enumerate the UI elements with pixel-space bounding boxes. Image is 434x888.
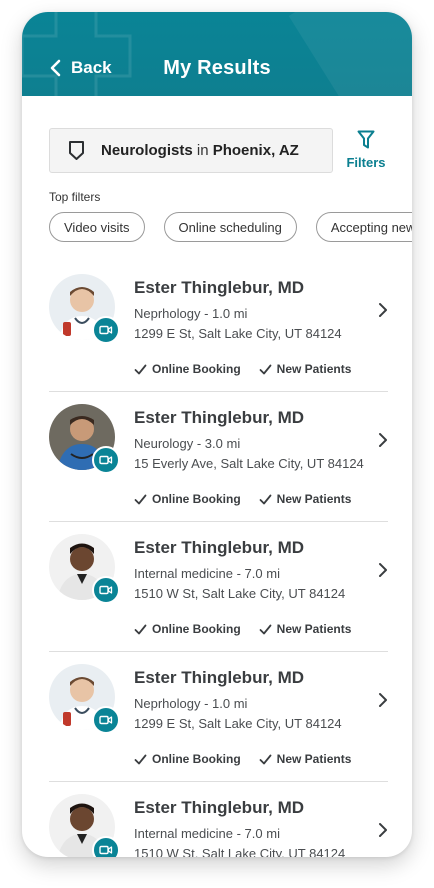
search-specialty: Neurologists	[101, 142, 193, 159]
feature-tag-label: Online Booking	[152, 622, 241, 636]
feature-tag: New Patients	[259, 492, 352, 506]
result-card[interactable]: Ester Thinglebur, MD Internal medicine - …	[49, 522, 388, 652]
result-tags: Online Booking New Patients	[134, 492, 351, 506]
filter-chip-accepting-new[interactable]: Accepting new patients	[315, 212, 412, 242]
checkmark-icon	[134, 364, 147, 374]
feature-tag-label: New Patients	[276, 362, 352, 376]
doctor-name: Ester Thinglebur, MD	[134, 798, 305, 817]
result-tags: Online Booking New Patients	[134, 752, 351, 766]
checkmark-icon	[259, 624, 272, 634]
filter-chips: Video visits Online scheduling Accepting…	[49, 212, 412, 242]
search-summary-field[interactable]: Neurologists in Phoenix, AZ	[49, 128, 333, 173]
feature-tag: New Patients	[259, 622, 352, 636]
result-card[interactable]: Ester Thinglebur, MD Neurology - 3.0 mi 15…	[49, 392, 388, 522]
checkmark-icon	[259, 364, 272, 374]
feature-tag-label: New Patients	[276, 492, 352, 506]
result-card[interactable]: Ester Thinglebur, MD Neprhology - 1.0 mi 1…	[49, 262, 388, 392]
filters-button[interactable]: Filters	[345, 130, 387, 174]
doctor-name: Ester Thinglebur, MD	[134, 408, 305, 427]
doctor-address: 1299 E St, Salt Lake City, UT 84124	[134, 326, 342, 341]
chevron-right-icon	[379, 563, 387, 577]
checkmark-icon	[259, 754, 272, 764]
checkmark-icon	[134, 754, 147, 764]
filter-funnel-icon	[357, 130, 375, 149]
video-camera-icon	[92, 706, 120, 734]
search-connector: in	[196, 142, 209, 159]
filter-chip-online-scheduling[interactable]: Online scheduling	[163, 212, 297, 242]
feature-tag: New Patients	[259, 752, 352, 766]
phone-screen: Back My Results Neurologists in Phoenix,…	[22, 12, 412, 857]
result-card[interactable]: Ester Thinglebur, MD Internal medicine - …	[49, 782, 388, 857]
feature-tag-label: New Patients	[276, 752, 352, 766]
chevron-right-icon	[379, 433, 387, 447]
result-tags: Online Booking New Patients	[134, 362, 351, 376]
checkmark-icon	[134, 624, 147, 634]
feature-tag: Online Booking	[134, 622, 241, 636]
page-title: My Results	[163, 57, 271, 79]
feature-tag-label: New Patients	[276, 622, 352, 636]
filters-label: Filters	[346, 155, 386, 170]
search-location: Phoenix, AZ	[212, 142, 299, 159]
video-camera-icon	[92, 576, 120, 604]
doctor-specialty-distance: Neurology - 3.0 mi	[134, 436, 241, 451]
chevron-right-icon	[379, 823, 387, 837]
feature-tag: Online Booking	[134, 752, 241, 766]
doctor-specialty-distance: Internal medicine - 7.0 mi	[134, 826, 280, 841]
doctor-address: 15 Everly Ave, Salt Lake City, UT 84124	[134, 456, 364, 471]
feature-tag-label: Online Booking	[152, 752, 241, 766]
doctor-address: 1299 E St, Salt Lake City, UT 84124	[134, 716, 342, 731]
feature-tag-label: Online Booking	[152, 492, 241, 506]
app-header: Back My Results	[22, 12, 412, 96]
video-camera-icon	[92, 446, 120, 474]
results-list: Ester Thinglebur, MD Neprhology - 1.0 mi 1…	[49, 262, 388, 857]
header-decoration	[288, 12, 412, 96]
doctor-name: Ester Thinglebur, MD	[134, 668, 305, 687]
video-camera-icon	[92, 316, 120, 344]
doctor-name: Ester Thinglebur, MD	[134, 278, 305, 297]
result-tags: Online Booking New Patients	[134, 622, 351, 636]
feature-tag-label: Online Booking	[152, 362, 241, 376]
doctor-address: 1510 W St, Salt Lake City, UT 84124	[134, 846, 346, 857]
doctor-address: 1510 W St, Salt Lake City, UT 84124	[134, 586, 346, 601]
doctor-specialty-distance: Neprhology - 1.0 mi	[134, 696, 248, 711]
chevron-right-icon	[379, 693, 387, 707]
checkmark-icon	[134, 494, 147, 504]
medical-cross-watermark-icon	[22, 12, 132, 96]
checkmark-icon	[259, 494, 272, 504]
location-pin-icon	[68, 140, 85, 161]
search-query: Neurologists in Phoenix, AZ	[101, 142, 299, 159]
feature-tag: Online Booking	[134, 492, 241, 506]
feature-tag: New Patients	[259, 362, 352, 376]
filter-chip-video-visits[interactable]: Video visits	[49, 212, 145, 242]
result-card[interactable]: Ester Thinglebur, MD Neprhology - 1.0 mi 1…	[49, 652, 388, 782]
feature-tag: Online Booking	[134, 362, 241, 376]
top-filters-heading: Top filters	[49, 190, 101, 204]
doctor-specialty-distance: Internal medicine - 7.0 mi	[134, 566, 280, 581]
doctor-specialty-distance: Neprhology - 1.0 mi	[134, 306, 248, 321]
chevron-right-icon	[379, 303, 387, 317]
doctor-name: Ester Thinglebur, MD	[134, 538, 305, 557]
video-camera-icon	[92, 836, 120, 857]
